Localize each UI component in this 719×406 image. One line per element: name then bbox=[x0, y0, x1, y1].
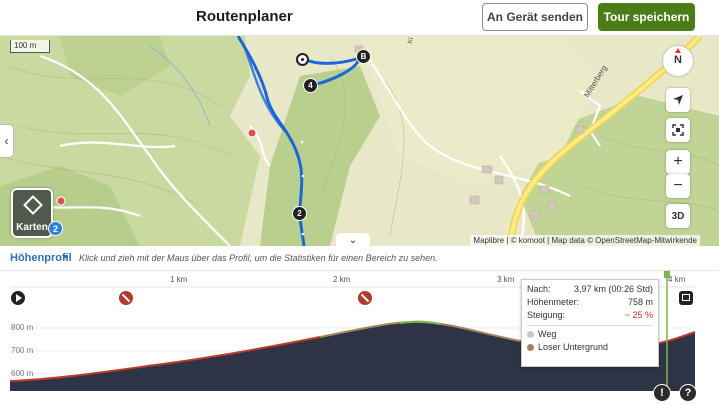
profile-tooltip: Nach: 3,97 km (00:26 Std) Höhenmeter: 758 … bbox=[521, 279, 659, 367]
compass-label: N bbox=[674, 54, 682, 66]
chevron-left-icon: ‹ bbox=[4, 134, 9, 148]
waypoint-marker-2[interactable]: 2 bbox=[292, 206, 307, 221]
warning-button[interactable]: ! bbox=[653, 384, 671, 402]
compass-north-icon bbox=[675, 48, 681, 53]
no-bike-warning-icon[interactable] bbox=[119, 291, 133, 305]
profile-hint-text: Klick und zieh mit der Maus über das Pro… bbox=[79, 253, 438, 263]
distance-label: Nach: bbox=[527, 284, 551, 294]
chevron-down-icon: ⌄ bbox=[348, 234, 358, 246]
legend-untergrund: Loser Untergrund bbox=[538, 342, 609, 352]
map-canvas: Mitterberg Ki bbox=[0, 36, 719, 246]
waypoint-marker-4[interactable]: 4 bbox=[303, 78, 318, 93]
finish-flag-icon[interactable] bbox=[679, 291, 693, 305]
y-tick-600: 600 m bbox=[11, 369, 34, 378]
save-tour-button[interactable]: Tour speichern bbox=[598, 3, 695, 31]
send-to-device-button[interactable]: An Gerät senden bbox=[482, 3, 588, 31]
locate-icon bbox=[673, 95, 683, 105]
waypoint-marker-b[interactable]: B bbox=[356, 49, 371, 64]
map-attribution[interactable]: Maplibre | © komoot | Map data © OpenStr… bbox=[470, 235, 700, 246]
map-layers-button[interactable]: Karten bbox=[11, 188, 53, 238]
top-bar: Routenplaner An Gerät senden Tour speich… bbox=[0, 0, 719, 36]
start-point-marker[interactable] bbox=[296, 53, 309, 66]
legend-weg: Weg bbox=[538, 329, 557, 339]
elevation-label: Höhenmeter: bbox=[527, 297, 580, 307]
elevation-profile[interactable]: 1 km 2 km 3 km 4 km 800 m 700 m 600 m Na… bbox=[0, 271, 719, 406]
locate-button[interactable] bbox=[666, 88, 690, 112]
3d-toggle-button[interactable]: 3D bbox=[666, 204, 690, 228]
map-view[interactable]: Mitterberg Ki 4 B 2 100 m ‹ Karten 2 N +… bbox=[0, 36, 719, 246]
map-layers-label: Karten bbox=[16, 222, 48, 233]
page-title: Routenplaner bbox=[196, 8, 293, 25]
sidebar-toggle-button[interactable]: ‹ bbox=[0, 124, 14, 158]
gradient-label: Steigung: bbox=[527, 310, 566, 320]
zoom-in-button[interactable]: + bbox=[666, 150, 690, 174]
help-button[interactable]: ? bbox=[679, 384, 697, 402]
map-layers-badge: 2 bbox=[48, 221, 63, 236]
y-tick-700: 700 m bbox=[11, 346, 34, 355]
dropdown-caret-icon[interactable]: ▼ bbox=[62, 254, 69, 261]
map-scale: 100 m bbox=[10, 40, 50, 53]
weg-color-swatch bbox=[527, 331, 534, 338]
layers-icon bbox=[23, 195, 43, 215]
compass-button[interactable]: N bbox=[663, 46, 693, 76]
y-tick-800: 800 m bbox=[11, 323, 34, 332]
collapse-profile-tab[interactable]: ⌄ bbox=[336, 233, 370, 246]
profile-toolbar: Höhenprofil ▼ Klick und zieh mit der Mau… bbox=[0, 246, 719, 271]
start-flag-icon[interactable] bbox=[11, 291, 25, 305]
no-bike-warning-icon-2[interactable] bbox=[358, 291, 372, 305]
untergrund-color-swatch bbox=[527, 344, 534, 351]
zoom-out-button[interactable]: − bbox=[666, 174, 690, 198]
elevation-value: 758 m bbox=[627, 297, 653, 307]
fullscreen-icon bbox=[672, 124, 684, 136]
fullscreen-button[interactable] bbox=[666, 118, 690, 142]
gradient-value: ~ 25 % bbox=[624, 310, 653, 320]
distance-value: 3,97 km (00:26 Std) bbox=[573, 284, 653, 294]
